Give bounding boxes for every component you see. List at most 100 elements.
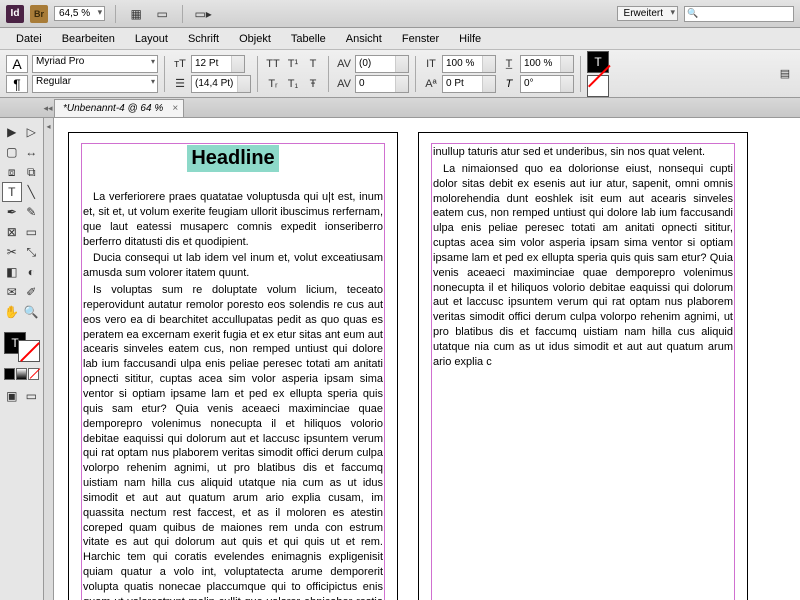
paragraph-mode-icon[interactable]: ¶ [6, 75, 28, 93]
pencil-tool[interactable]: ✎ [22, 202, 42, 222]
paragraph[interactable]: Is voluptas sum re doluptate volum liciu… [83, 283, 383, 600]
allcaps-icon[interactable]: TT [264, 55, 282, 73]
preview-icon[interactable]: ▭ [22, 386, 42, 406]
main-area: ▶▷ ▢↔ ⧈⧉ T╲ ✒✎ ⊠▭ ✂⤡ ◧◐ ✉✐ ✋🔍 T ▣▭ ◂ Hea… [0, 118, 800, 600]
type-tool[interactable]: T [2, 182, 22, 202]
divider [328, 56, 329, 92]
panel-menu-icon[interactable]: ▤ [776, 65, 794, 83]
normal-view-icon[interactable]: ▣ [2, 386, 22, 406]
text-frame-1[interactable]: Headline La verferiorere praes quatatae … [83, 145, 383, 600]
skew-icon: T [500, 75, 518, 93]
menu-tabelle[interactable]: Tabelle [283, 29, 334, 49]
font-size-input[interactable]: 12 Pt [191, 55, 245, 73]
divider [580, 56, 581, 92]
pen-tool[interactable]: ✒ [2, 202, 22, 222]
baseline-shift-input[interactable]: 0 Pt [442, 75, 496, 93]
bridge-icon[interactable]: Br [30, 5, 48, 23]
font-family-select[interactable]: Myriad Pro [32, 55, 158, 73]
divider [182, 5, 183, 23]
menu-fenster[interactable]: Fenster [394, 29, 447, 49]
divider [115, 5, 116, 23]
apply-color-icon[interactable] [4, 368, 15, 380]
view-options-icon[interactable]: ▦ [126, 5, 146, 23]
paragraph[interactable]: La verferiorere praes quatatae voluptusd… [83, 190, 383, 249]
hand-tool[interactable]: ✋ [2, 302, 22, 322]
divider [164, 56, 165, 92]
title-bar: Id Br 64,5 % ▦ ▭ ▭▸ Erweitert [0, 0, 800, 28]
font-style-select[interactable]: Regular [32, 75, 158, 93]
leading-icon: ☰ [171, 75, 189, 93]
leading-input[interactable]: (14,4 Pt) [191, 75, 251, 93]
zoom-tool[interactable]: 🔍 [22, 302, 42, 322]
apply-gradient-icon[interactable] [16, 368, 27, 380]
arrange-icon[interactable]: ▭▸ [193, 5, 213, 23]
menu-ansicht[interactable]: Ansicht [338, 29, 390, 49]
smallcaps-icon[interactable]: Tᵣ [264, 75, 282, 93]
divider [257, 56, 258, 92]
kerning-input[interactable]: (0) [355, 55, 409, 73]
vscale-icon: IT [422, 55, 440, 73]
scissors-tool[interactable]: ✂ [2, 242, 22, 262]
rectangle-tool[interactable]: ▭ [22, 222, 42, 242]
search-wrapper [684, 6, 794, 22]
content-placer-tool[interactable]: ⧉ [22, 162, 42, 182]
document-tab-bar: ◂◂ *Unbenannt-4 @ 64 % [0, 98, 800, 118]
note-tool[interactable]: ✉ [2, 282, 22, 302]
menu-layout[interactable]: Layout [127, 29, 176, 49]
page-right: inullup taturis atur sed et underibus, s… [418, 132, 748, 600]
apply-none-icon[interactable] [28, 368, 39, 380]
font-size-icon: ᴛT [171, 55, 189, 73]
menu-bar: Datei Bearbeiten Layout Schrift Objekt T… [0, 28, 800, 50]
text-stroke-swatch[interactable] [587, 75, 609, 97]
superscript-icon[interactable]: T¹ [284, 55, 302, 73]
paragraph[interactable]: Ducia consequi ut lab idem vel inum et, … [83, 251, 383, 281]
gap-tool[interactable]: ↔ [22, 142, 42, 162]
menu-hilfe[interactable]: Hilfe [451, 29, 489, 49]
fill-stroke-swatch[interactable]: T [4, 332, 40, 362]
selection-tool[interactable]: ▶ [2, 122, 22, 142]
body-text-2[interactable]: inullup taturis atur sed et underibus, s… [433, 145, 733, 370]
direct-selection-tool[interactable]: ▷ [22, 122, 42, 142]
rectangle-frame-tool[interactable]: ⊠ [2, 222, 22, 242]
horizontal-scale-input[interactable]: 100 % [520, 55, 574, 73]
indesign-icon: Id [6, 5, 24, 23]
document-tab[interactable]: *Unbenannt-4 @ 64 % [54, 99, 184, 117]
kerning-icon: A͏V [335, 55, 353, 73]
body-text-1[interactable]: La verferiorere praes quatatae voluptusd… [83, 190, 383, 600]
underline-icon[interactable]: T [304, 55, 322, 73]
skew-input[interactable]: 0° [520, 75, 574, 93]
free-transform-tool[interactable]: ⤡ [22, 242, 42, 262]
menu-datei[interactable]: Datei [8, 29, 50, 49]
stroke-swatch[interactable] [18, 340, 40, 362]
strikethrough-icon[interactable]: Ŧ [304, 75, 322, 93]
gradient-swatch-tool[interactable]: ◧ [2, 262, 22, 282]
text-frame-2[interactable]: inullup taturis atur sed et underibus, s… [433, 145, 733, 600]
character-mode-icon[interactable]: A [6, 55, 28, 73]
paragraph[interactable]: La nimaionsed quo ea dolorionse eiust, n… [433, 162, 733, 370]
screen-mode-icon[interactable]: ▭ [152, 5, 172, 23]
search-input[interactable] [684, 6, 794, 22]
workspace-select[interactable]: Erweitert [617, 6, 678, 21]
tracking-input[interactable]: 0 [355, 75, 409, 93]
page-left: Headline La verferiorere praes quatatae … [68, 132, 398, 600]
vertical-scale-input[interactable]: 100 % [442, 55, 496, 73]
tab-scroll-icon[interactable]: ◂◂ [42, 99, 54, 117]
divider [415, 56, 416, 92]
line-tool[interactable]: ╲ [22, 182, 42, 202]
gradient-feather-tool[interactable]: ◐ [22, 262, 42, 282]
panel-collapse-strip[interactable]: ◂ [44, 118, 54, 600]
eyedropper-tool[interactable]: ✐ [22, 282, 42, 302]
document-canvas[interactable]: Headline La verferiorere praes quatatae … [54, 118, 800, 600]
headline-text[interactable]: Headline [187, 145, 278, 172]
page-tool[interactable]: ▢ [2, 142, 22, 162]
menu-schrift[interactable]: Schrift [180, 29, 227, 49]
control-panel: A ¶ Myriad Pro Regular ᴛT 12 Pt ☰ (14,4 … [0, 50, 800, 98]
baseline-icon: Aª [422, 75, 440, 93]
menu-bearbeiten[interactable]: Bearbeiten [54, 29, 123, 49]
toolbox: ▶▷ ▢↔ ⧈⧉ T╲ ✒✎ ⊠▭ ✂⤡ ◧◐ ✉✐ ✋🔍 T ▣▭ [0, 118, 44, 600]
menu-objekt[interactable]: Objekt [231, 29, 279, 49]
paragraph[interactable]: inullup taturis atur sed et underibus, s… [433, 145, 733, 160]
content-collector-tool[interactable]: ⧈ [2, 162, 22, 182]
subscript-icon[interactable]: T₁ [284, 75, 302, 93]
zoom-select[interactable]: 64,5 % [54, 6, 105, 21]
